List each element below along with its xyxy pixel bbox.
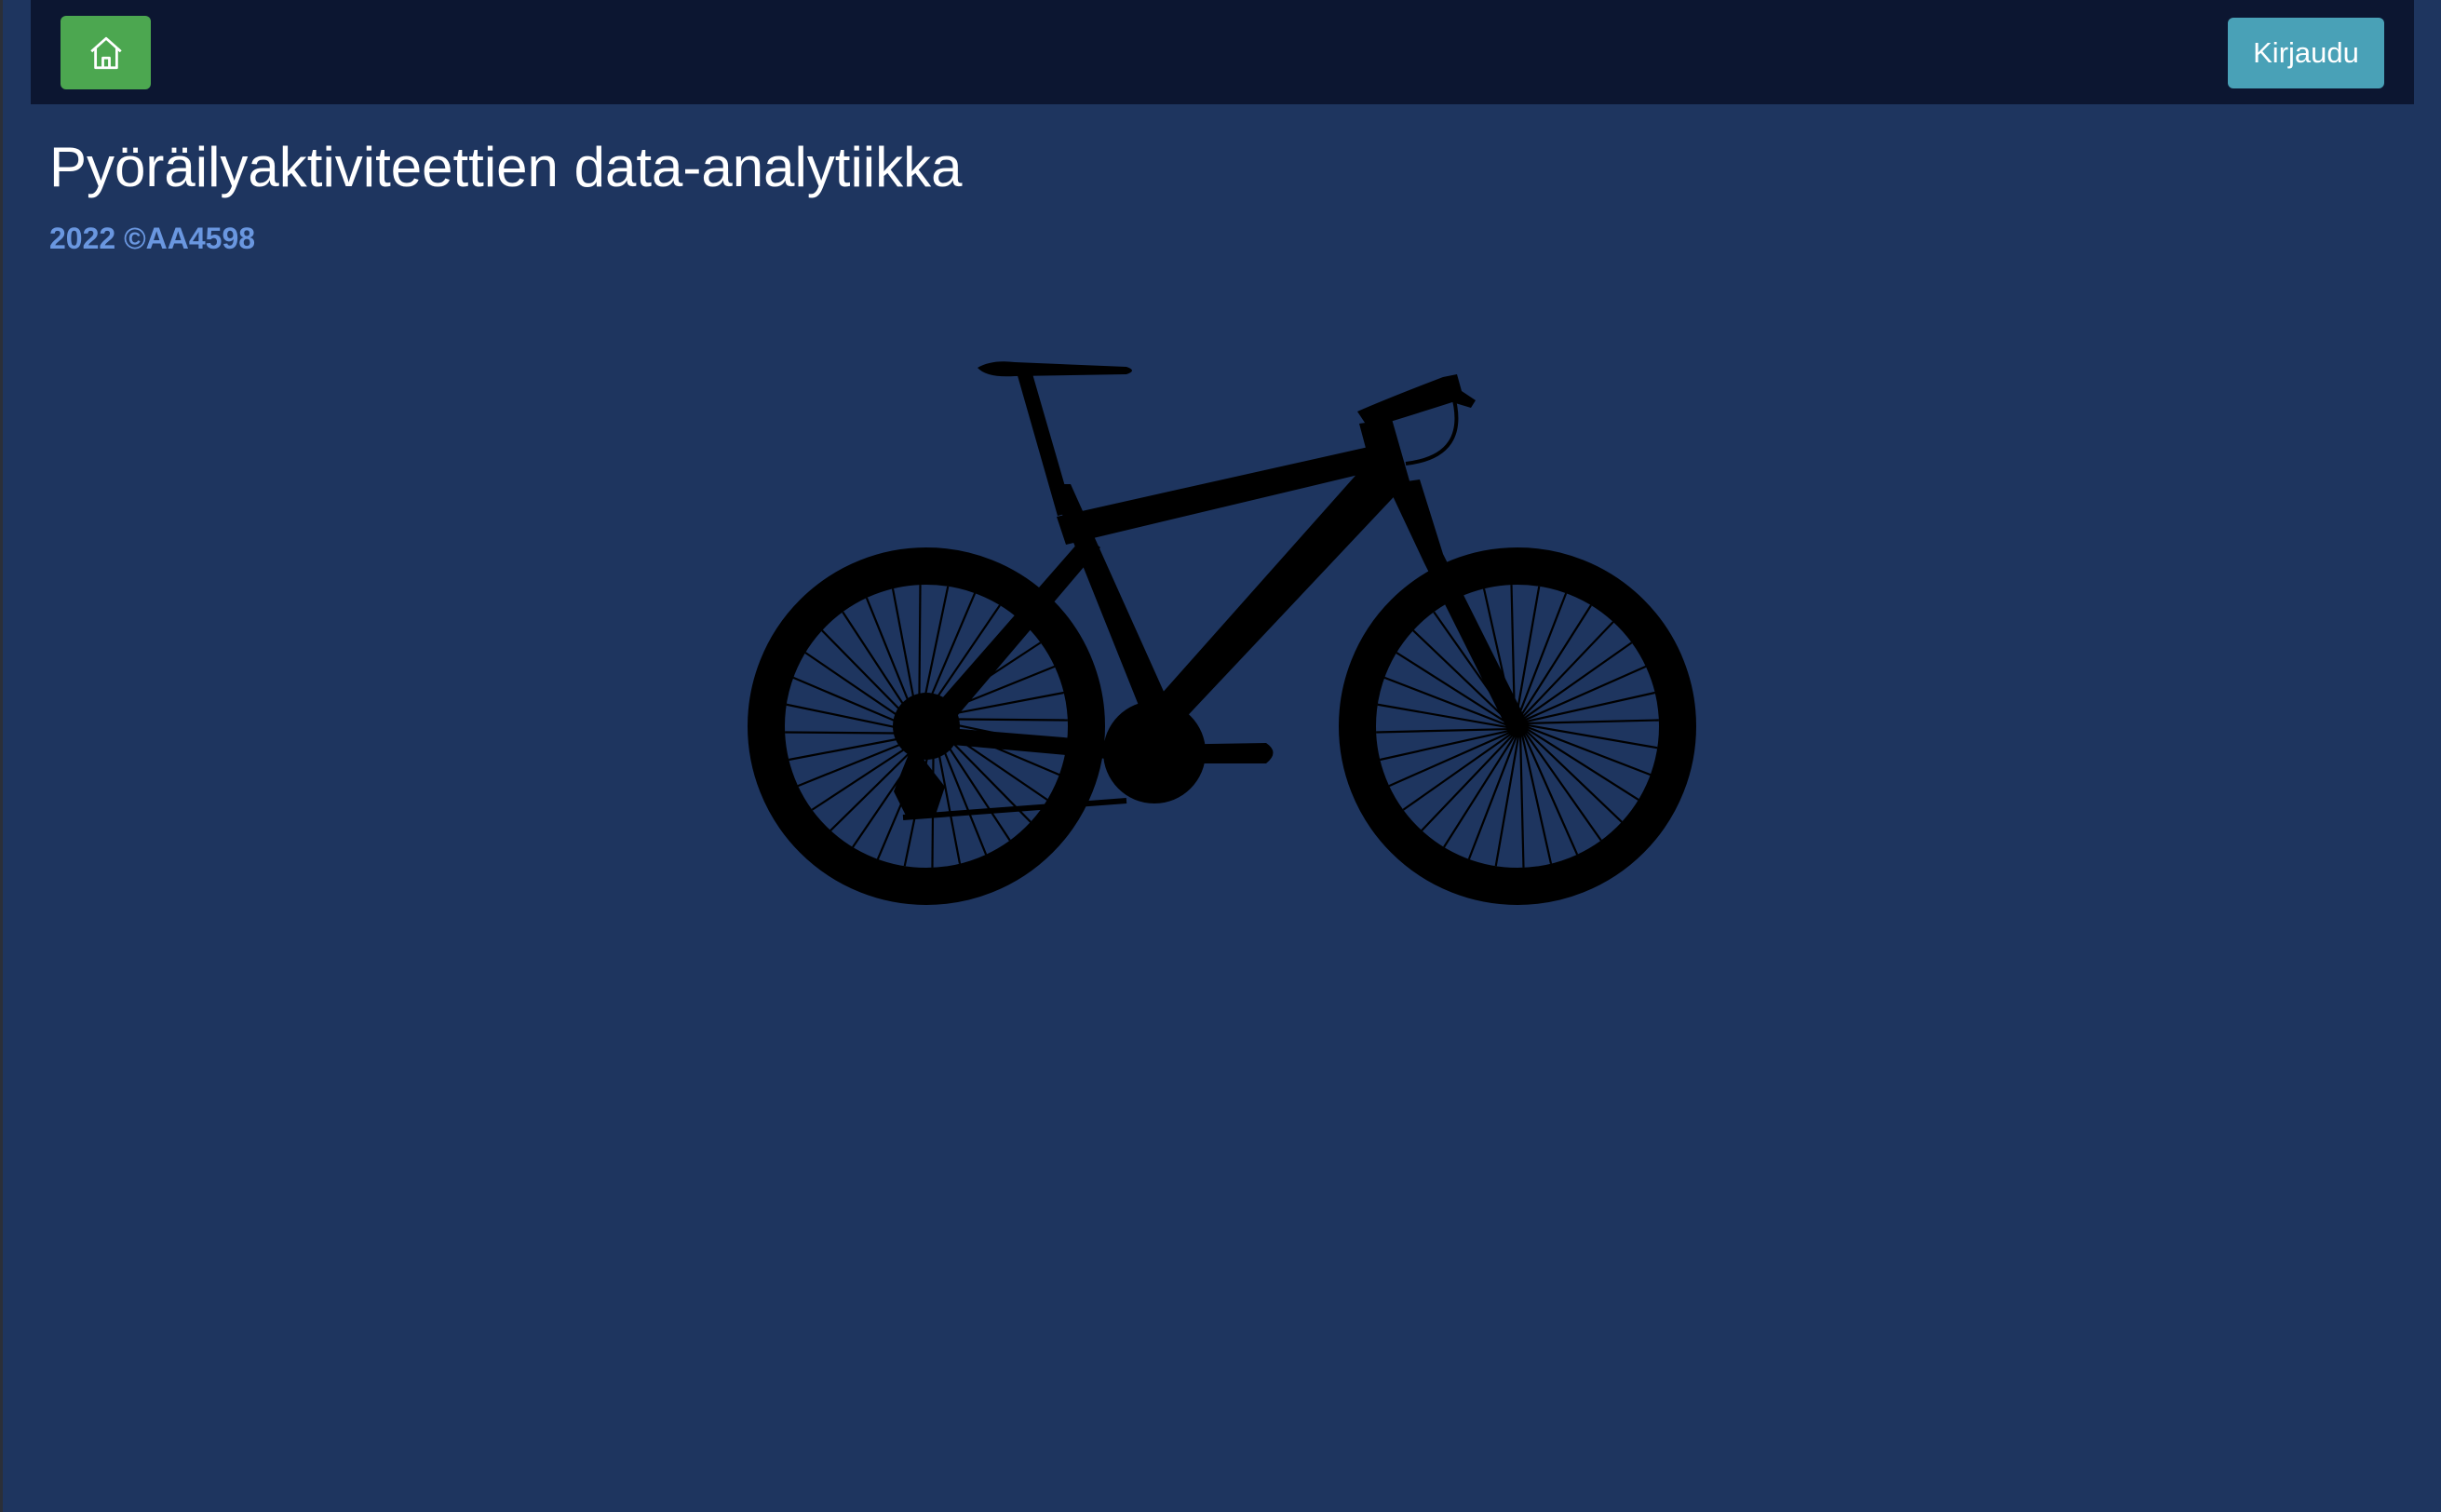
page-title: Pyöräilyaktiviteettien data-analytiikka: [49, 136, 963, 198]
front-spoke: [1377, 703, 1511, 729]
front-spoke: [1518, 733, 1525, 868]
login-button[interactable]: Kirjaudu: [2228, 18, 2384, 88]
front-spoke: [1521, 731, 1579, 856]
front-spoke: [1515, 586, 1541, 720]
front-spoke: [1524, 719, 1659, 725]
seat-post: [1017, 371, 1072, 516]
rear-spoke: [785, 731, 910, 735]
front-spoke: [1494, 733, 1520, 867]
front-spoke: [1402, 731, 1515, 811]
front-spoke: [1524, 723, 1658, 749]
front-spoke: [1376, 727, 1511, 734]
rear-spoke: [786, 703, 909, 731]
home-button[interactable]: [61, 16, 151, 89]
window-edge: [0, 0, 3, 1512]
front-spoke: [1522, 729, 1602, 842]
front-spoke: [1388, 730, 1513, 788]
page: Kirjaudu Pyöräilyaktiviteettien data-ana…: [0, 0, 2441, 1512]
front-spoke: [1520, 641, 1633, 722]
rear-spoke: [918, 585, 922, 709]
crank-arm: [1154, 743, 1274, 763]
saddle: [978, 361, 1132, 377]
bicycle-image: [748, 361, 1696, 905]
top-navbar: Kirjaudu: [31, 0, 2414, 104]
rear-spoke: [943, 718, 1068, 722]
front-spoke: [1520, 732, 1553, 864]
front-spoke: [1522, 665, 1647, 722]
front-spoke: [1523, 691, 1655, 723]
rear-spoke: [821, 629, 910, 721]
front-spoke: [1380, 729, 1512, 762]
rear-spoke: [922, 586, 950, 709]
copyright-text: 2022 ©AA4598: [49, 222, 256, 255]
home-icon: [89, 36, 122, 69]
